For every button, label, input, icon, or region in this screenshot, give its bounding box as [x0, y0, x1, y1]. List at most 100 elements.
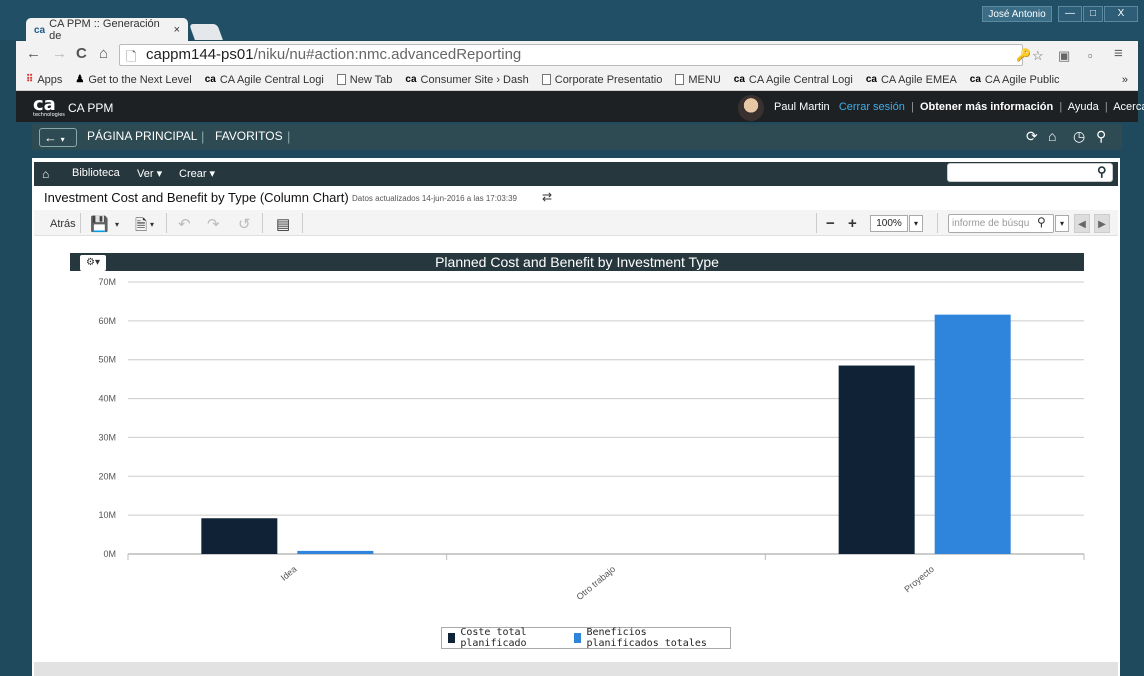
- ca-logo-icon: ca: [865, 74, 877, 85]
- nav-home[interactable]: PÁGINA PRINCIPAL: [87, 129, 197, 143]
- reset-icon[interactable]: ↺: [238, 215, 251, 233]
- dropdown-icon: ▾: [60, 135, 65, 144]
- nav-back-button[interactable]: ← ▾: [39, 128, 77, 147]
- page-icon: [541, 74, 551, 85]
- legend-label-cost: Coste total planificado: [460, 627, 527, 649]
- menu-icon[interactable]: ≡: [1114, 45, 1123, 62]
- logo-subtext: technologies: [33, 112, 65, 118]
- divider: [80, 213, 81, 233]
- logout-link[interactable]: Cerrar sesión: [839, 101, 905, 113]
- y-tick-label: 70M: [98, 277, 116, 287]
- nav-favorites[interactable]: FAVORITOS: [215, 129, 283, 143]
- bookmark-item[interactable]: ⠿ Apps: [26, 74, 62, 86]
- star-icon[interactable]: ☆: [1032, 48, 1044, 64]
- export-dropdown-icon[interactable]: ▾: [150, 220, 154, 229]
- new-tab-button[interactable]: [189, 24, 223, 40]
- y-tick-label: 20M: [98, 471, 116, 481]
- ca-favicon: ca: [34, 24, 46, 36]
- export-icon[interactable]: 🗎: [135, 215, 147, 240]
- search-icon[interactable]: ⚲: [1097, 164, 1107, 180]
- footer-bar: [34, 662, 1118, 676]
- undo-icon[interactable]: ↶: [178, 215, 191, 233]
- extension-icon[interactable]: ▣: [1058, 48, 1070, 64]
- bookmark-label: New Tab: [349, 73, 393, 86]
- ca-logo[interactable]: ca technologies: [33, 94, 65, 118]
- reload-icon[interactable]: C: [76, 45, 87, 62]
- divider: [262, 213, 263, 233]
- back-arrow-icon[interactable]: ←: [26, 45, 41, 62]
- tab-close-icon[interactable]: ×: [174, 24, 180, 36]
- zoom-dropdown-icon[interactable]: ▾: [909, 215, 923, 232]
- save-icon[interactable]: 💾: [90, 215, 109, 233]
- bar[interactable]: [838, 365, 915, 554]
- bookmark-item[interactable]: ca CA Agile Central Logi: [205, 74, 324, 86]
- chart-settings-icon[interactable]: ⚙▾: [80, 255, 106, 271]
- home-sub-icon[interactable]: ⌂: [42, 167, 49, 181]
- bookmark-item[interactable]: ca CA Agile EMEA: [866, 74, 957, 86]
- browser-tab[interactable]: ca CA PPM :: Generación de ×: [26, 18, 188, 42]
- zoom-in-icon[interactable]: +: [848, 215, 857, 232]
- zoom-level[interactable]: 100%: [870, 215, 908, 232]
- bookmark-item[interactable]: Corporate Presentatio: [541, 73, 663, 86]
- bar[interactable]: [297, 550, 374, 554]
- more-info-link[interactable]: Obtener más información: [920, 101, 1053, 113]
- user-name: Paul Martin: [774, 101, 830, 113]
- bookmark-item[interactable]: MENU: [675, 74, 721, 86]
- back-link[interactable]: Atrás: [50, 218, 76, 230]
- bookmark-item[interactable]: New Tab: [336, 73, 393, 86]
- subnav-library[interactable]: Biblioteca: [72, 167, 120, 179]
- bookmark-item[interactable]: ♟ Get to the Next Level: [75, 74, 191, 86]
- subnav-view[interactable]: Ver ▾: [137, 167, 162, 180]
- about-link[interactable]: Acerca de: [1113, 101, 1144, 113]
- zoom-out-icon[interactable]: −: [826, 215, 835, 232]
- y-tick-label: 30M: [98, 432, 116, 442]
- bookmark-label: Consumer Site › Dash: [420, 73, 529, 86]
- home-nav-icon[interactable]: ⌂: [1048, 128, 1056, 144]
- url-host: cappm144-ps01: [146, 46, 254, 63]
- y-tick-label: 0M: [103, 549, 116, 559]
- legend-swatch-benefit: [574, 633, 582, 643]
- table-view-icon[interactable]: ▤: [276, 215, 290, 233]
- browser-user-badge[interactable]: José Antonio: [982, 6, 1052, 22]
- address-bar[interactable]: cappm144-ps01/niku/nu#action:nmc.advance…: [119, 44, 1023, 66]
- bookmark-item[interactable]: ca CA Agile Public: [970, 74, 1060, 86]
- bookmark-item[interactable]: ca Consumer Site › Dash: [405, 74, 528, 86]
- divider: [937, 213, 938, 233]
- refresh-icon[interactable]: ⟳: [1026, 128, 1038, 145]
- bookmark-label: CA Agile Central Logi: [219, 73, 324, 86]
- report-search-icon[interactable]: ⚲: [1037, 215, 1046, 229]
- key-icon[interactable]: 🔑: [1016, 48, 1031, 62]
- search-input[interactable]: [947, 163, 1113, 182]
- legend-item-cost[interactable]: Coste total planificado: [448, 627, 562, 649]
- bar[interactable]: [934, 314, 1011, 554]
- minimize-button[interactable]: —: [1058, 6, 1082, 22]
- x-tick-label: Otro trabajo: [574, 564, 617, 602]
- bookmark-label: CA Agile Public: [984, 73, 1060, 86]
- redo-icon[interactable]: ↷: [207, 215, 220, 233]
- subnav-create[interactable]: Crear ▾: [179, 167, 215, 180]
- bookmarks-more-icon[interactable]: »: [1122, 74, 1128, 86]
- y-tick-label: 50M: [98, 355, 116, 365]
- app-name: CA PPM: [68, 101, 114, 115]
- legend-label-benefit: Beneficios planificados totales: [586, 627, 707, 649]
- maximize-button[interactable]: □: [1083, 6, 1103, 22]
- home-icon[interactable]: ⌂: [99, 45, 108, 62]
- bookmark-label: Get to the Next Level: [88, 73, 192, 86]
- forward-arrow-icon[interactable]: →: [52, 45, 67, 62]
- extension2-icon[interactable]: ▫: [1088, 48, 1093, 63]
- next-match-icon[interactable]: ▶: [1094, 214, 1110, 233]
- legend-item-benefit[interactable]: Beneficios planificados totales: [574, 627, 724, 649]
- clock-icon[interactable]: ◷: [1073, 128, 1085, 145]
- search-nav-icon[interactable]: ⚲: [1096, 128, 1106, 145]
- prev-match-icon[interactable]: ◀: [1074, 214, 1090, 233]
- save-dropdown-icon[interactable]: ▾: [115, 220, 119, 229]
- bookmark-item[interactable]: ca CA Agile Central Logi: [734, 74, 853, 86]
- bookmark-label: Corporate Presentatio: [554, 73, 663, 86]
- bar[interactable]: [201, 518, 278, 554]
- x-tick-label: Idea: [279, 564, 299, 583]
- close-window-button[interactable]: X: [1104, 6, 1138, 22]
- sync-icon[interactable]: ⇄: [542, 190, 552, 204]
- report-search-dropdown-icon[interactable]: ▾: [1055, 215, 1069, 232]
- y-tick-label: 60M: [98, 316, 116, 326]
- help-link[interactable]: Ayuda: [1068, 101, 1099, 113]
